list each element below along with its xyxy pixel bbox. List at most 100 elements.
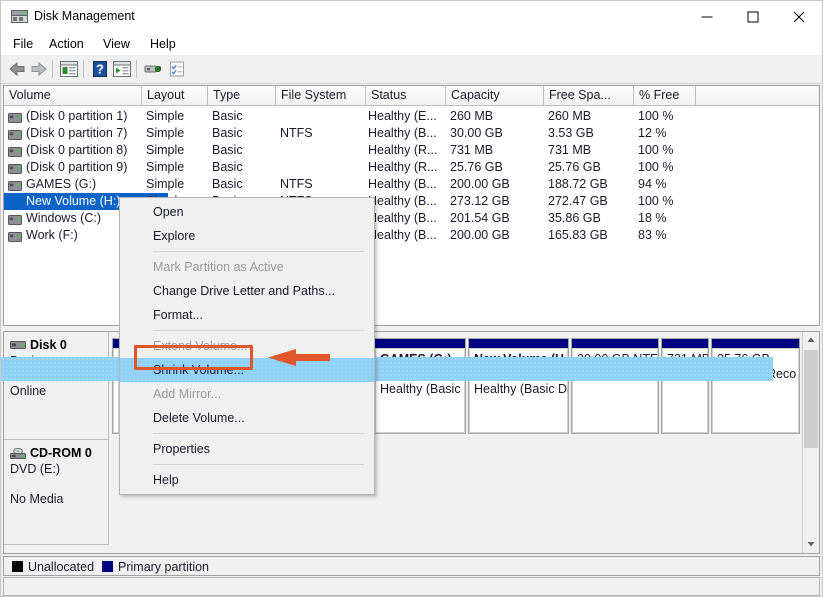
menu-item-properties[interactable]: Properties <box>120 437 374 461</box>
show-hide-action-pane-icon[interactable] <box>112 60 132 78</box>
table-row[interactable]: (Disk 0 partition 1)SimpleBasicHealthy (… <box>4 108 819 125</box>
cell-volume: (Disk 0 partition 9) <box>4 159 164 176</box>
cell-type: Basic <box>212 108 276 125</box>
partition-block[interactable]: 731 MBHealthy <box>661 338 709 434</box>
partition-block[interactable]: GAMES (G:)200.00 GB NTFSHealthy (Basic D <box>374 338 466 434</box>
cell-fs <box>280 142 364 159</box>
cdrom-icon <box>10 448 26 459</box>
volume-list-header: Volume Layout Type File System Status Ca… <box>4 86 819 106</box>
menu-separator <box>153 464 364 465</box>
cell-capacity: 25.76 GB <box>450 159 542 176</box>
minimize-button[interactable] <box>684 1 730 32</box>
menu-item-explore[interactable]: Explore <box>120 224 374 248</box>
toolbar-separator-2 <box>83 60 84 78</box>
menu-item-open[interactable]: Open <box>120 200 374 224</box>
cell-pctfree: 83 % <box>638 227 694 244</box>
column-header-status[interactable]: Status <box>366 86 446 106</box>
cdrom0-label: CD-ROM 0 <box>30 446 92 460</box>
scroll-down-arrow-icon[interactable] <box>803 536 819 553</box>
legend-item-unallocated: Unallocated <box>12 560 94 574</box>
table-row[interactable]: (Disk 0 partition 7)SimpleBasicNTFSHealt… <box>4 125 819 142</box>
cell-type: Basic <box>212 176 276 193</box>
cell-capacity: 201.54 GB <box>450 210 542 227</box>
help-icon[interactable]: ? <box>90 60 110 78</box>
cell-capacity: 273.12 GB <box>450 193 542 210</box>
cell-status: Healthy (E... <box>368 108 446 125</box>
cell-fs <box>280 108 364 125</box>
rescan-disks-icon[interactable] <box>143 60 163 78</box>
disk0-line3: Online <box>10 384 108 399</box>
legend-label-primary: Primary partition <box>118 560 209 574</box>
menu-separator <box>153 330 364 331</box>
table-row[interactable]: GAMES (G:)SimpleBasicNTFSHealthy (B...20… <box>4 176 819 193</box>
column-header-filler[interactable] <box>696 86 820 106</box>
back-arrow-icon[interactable] <box>7 60 27 78</box>
cell-status: Healthy (B... <box>368 210 446 227</box>
cell-free: 731 MB <box>548 142 632 159</box>
column-header-type[interactable]: Type <box>208 86 276 106</box>
disk0-name-row: Disk 0 <box>10 338 108 354</box>
menu-separator <box>153 433 364 434</box>
column-header-volume[interactable]: Volume <box>4 86 142 106</box>
close-button[interactable] <box>776 1 822 32</box>
partition-status: Healthy (Basic D <box>380 382 464 397</box>
partition-block[interactable]: New Volume (H273.12 GB NTFSHealthy (Basi… <box>468 338 569 434</box>
column-header-filesystem[interactable]: File System <box>276 86 366 106</box>
cdrom0-name-row: CD-ROM 0 <box>10 446 108 462</box>
menu-view[interactable]: View <box>97 36 136 53</box>
menu-item-help[interactable]: Help <box>120 468 374 492</box>
column-header-freespace[interactable]: Free Spa... <box>544 86 634 106</box>
partition-block[interactable]: 30.00 GB NTFSHealthy (Basi <box>571 338 659 434</box>
menu-item-change-drive-letter-and-paths[interactable]: Change Drive Letter and Paths... <box>120 279 374 303</box>
menu-action[interactable]: Action <box>43 36 90 53</box>
scrollbar-thumb[interactable] <box>804 350 818 448</box>
scroll-up-arrow-icon[interactable] <box>803 332 819 349</box>
menu-help[interactable]: Help <box>144 36 182 53</box>
cell-fs: NTFS <box>280 176 364 193</box>
selection-band-right <box>373 357 773 381</box>
partition-type-bar <box>572 339 658 348</box>
cell-capacity: 260 MB <box>450 108 542 125</box>
cell-status: Healthy (B... <box>368 176 446 193</box>
properties-icon[interactable] <box>167 60 187 78</box>
cell-volume: (Disk 0 partition 7) <box>4 125 164 142</box>
cell-pctfree: 94 % <box>638 176 694 193</box>
partition-type-bar <box>375 339 465 348</box>
partition-block[interactable]: 25.76 GBHealthy (Reco <box>711 338 800 434</box>
annotation-highlight-box <box>134 345 253 370</box>
cell-pctfree: 12 % <box>638 125 694 142</box>
menu-bar: File Action View Help <box>1 33 822 56</box>
legend-label-unallocated: Unallocated <box>28 560 94 574</box>
menu-item-label: Add Mirror... <box>153 387 221 401</box>
table-row[interactable]: (Disk 0 partition 8)SimpleBasicHealthy (… <box>4 142 819 159</box>
cdrom0-line1: DVD (E:) <box>10 462 108 477</box>
menu-item-label: Help <box>153 473 179 487</box>
toolbar: ? <box>1 55 822 84</box>
table-row[interactable]: (Disk 0 partition 9)SimpleBasicHealthy (… <box>4 159 819 176</box>
cell-status: Healthy (B... <box>368 125 446 142</box>
cell-volume: (Disk 0 partition 1) <box>4 108 164 125</box>
column-header-layout[interactable]: Layout <box>142 86 208 106</box>
status-bar <box>3 577 820 596</box>
menu-file[interactable]: File <box>7 36 39 53</box>
column-header-pctfree[interactable]: % Free <box>634 86 696 106</box>
cell-free: 272.47 GB <box>548 193 632 210</box>
maximize-button[interactable] <box>730 1 776 32</box>
graphview-scrollbar[interactable] <box>802 332 819 553</box>
cell-layout: Simple <box>146 159 210 176</box>
toolbar-separator <box>52 60 53 78</box>
column-header-capacity[interactable]: Capacity <box>446 86 544 106</box>
cell-free: 260 MB <box>548 108 632 125</box>
menu-item-delete-volume[interactable]: Delete Volume... <box>120 406 374 430</box>
disk-header-disk0[interactable]: Disk 0 Basic 931.39 GB Online <box>4 332 109 440</box>
forward-arrow-icon[interactable] <box>29 60 49 78</box>
show-hide-console-tree-icon[interactable] <box>59 60 79 78</box>
disk-header-cdrom0[interactable]: CD-ROM 0 DVD (E:) No Media <box>4 440 109 545</box>
hard-disk-icon <box>10 340 26 351</box>
cell-layout: Simple <box>146 176 210 193</box>
menu-item-mark-partition-as-active: Mark Partition as Active <box>120 255 374 279</box>
cell-layout: Simple <box>146 142 210 159</box>
menu-item-format[interactable]: Format... <box>120 303 374 327</box>
cell-layout: Simple <box>146 125 210 142</box>
cell-fs <box>280 159 364 176</box>
